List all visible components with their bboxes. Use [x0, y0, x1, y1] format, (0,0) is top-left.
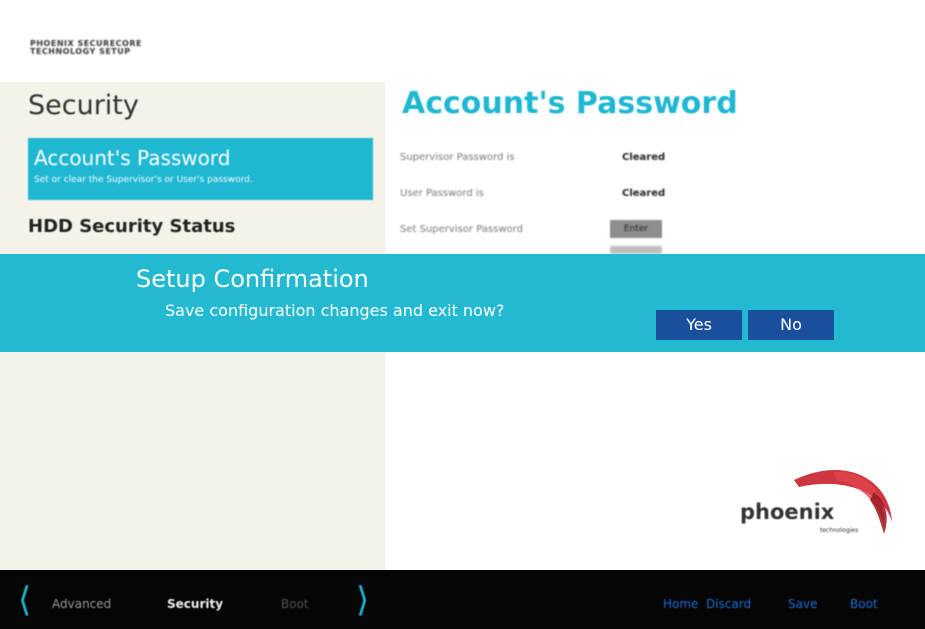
home-action[interactable]: Home — [663, 597, 698, 611]
chevron-right-icon[interactable]: ⟩ — [356, 583, 369, 617]
brand-line-2: TECHNOLOGY SETUP — [30, 47, 131, 56]
tab-advanced[interactable]: Advanced — [52, 597, 111, 611]
section-title: Security — [28, 90, 139, 121]
bottom-nav-bar — [0, 570, 925, 629]
brand-small: PHOENIX SECURECORE TECHNOLOGY SETUP — [30, 40, 142, 56]
menu-item-label: Account's Password — [34, 146, 231, 170]
menu-item-description: Set or clear the Supervisor's or User's … — [34, 175, 253, 185]
hidden-row-button[interactable] — [610, 246, 662, 254]
supervisor-password-value: Cleared — [622, 152, 666, 163]
phoenix-logo-subtext: technologies — [820, 527, 859, 534]
user-password-label: User Password is — [400, 188, 484, 199]
tab-boot[interactable]: Boot — [281, 597, 309, 611]
dialog-title: Setup Confirmation — [136, 265, 369, 293]
boot-action[interactable]: Boot — [850, 597, 878, 611]
tab-security[interactable]: Security — [167, 597, 223, 611]
dialog-message: Save configuration changes and exit now? — [165, 301, 505, 320]
yes-button[interactable]: Yes — [656, 310, 742, 340]
phoenix-logo-text: phoenix — [740, 500, 835, 524]
user-password-value: Cleared — [622, 188, 666, 199]
no-button[interactable]: No — [748, 310, 834, 340]
set-supervisor-password-label: Set Supervisor Password — [400, 224, 523, 235]
set-supervisor-password-button[interactable]: Enter — [610, 220, 662, 238]
save-action[interactable]: Save — [788, 597, 817, 611]
chevron-left-icon[interactable]: ⟨ — [18, 583, 31, 617]
page-title: Account's Password — [402, 86, 738, 121]
supervisor-password-label: Supervisor Password is — [400, 152, 515, 163]
discard-action[interactable]: Discard — [706, 597, 751, 611]
menu-item-accounts-password[interactable]: Account's Password Set or clear the Supe… — [28, 138, 373, 200]
menu-item-hdd-security-status[interactable]: HDD Security Status — [28, 216, 235, 237]
